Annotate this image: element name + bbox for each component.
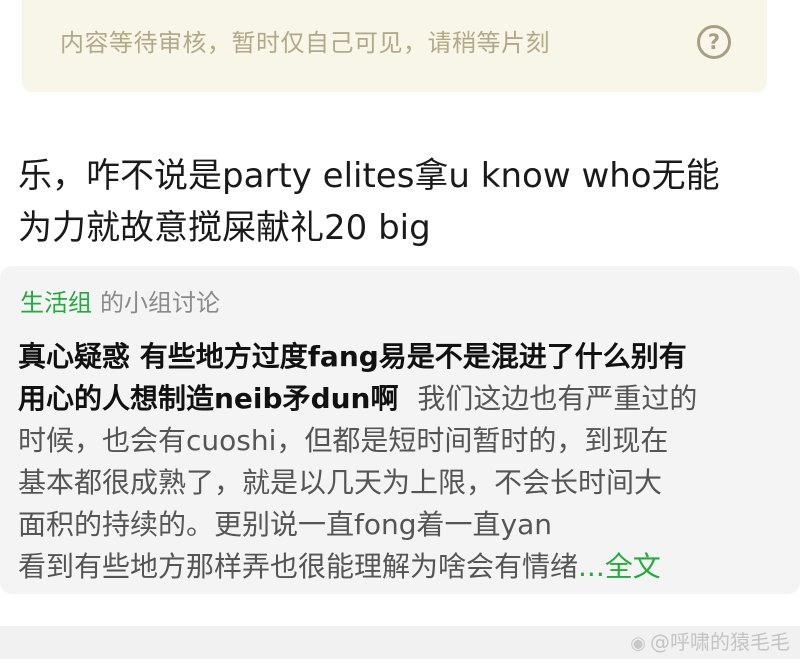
group-post-body-line: 面积的持续的。更别说一直fong着一直yan: [18, 508, 552, 541]
group-post-body-line: 时候，也会有cuoshi，但都是短时间暂时的，到现在: [18, 424, 669, 457]
weibo-icon: ◉: [630, 633, 646, 654]
group-post-title-cont: 用心的人想制造neib矛dun啊: [18, 382, 399, 415]
post-page: 内容等待审核，暂时仅自己可见，请稍等片刻 ? 乐，咋不说是party elite…: [0, 0, 800, 659]
group-header-suffix: 的小组讨论: [100, 289, 220, 317]
group-post-body-line: 看到有些地方那样弄也很能理解为啥会有情绪: [18, 550, 579, 583]
group-post-title: 真心疑惑 有些地方过度fang易是不是混进了什么别有: [18, 340, 687, 373]
post-content-line: 乐，咋不说是party elites拿u know who无能: [18, 156, 720, 196]
group-name-link[interactable]: 生活组: [20, 289, 92, 317]
watermark-text: @呼啸的猿毛毛: [650, 630, 790, 654]
post-content: 乐，咋不说是party elites拿u know who无能 为力就故意搅屎献…: [18, 150, 788, 254]
watermark: ◉ @呼啸的猿毛毛: [630, 628, 790, 658]
review-notice-banner: 内容等待审核，暂时仅自己可见，请稍等片刻 ?: [22, 0, 767, 92]
group-header: 生活组 的小组讨论: [20, 286, 220, 320]
group-discussion-card[interactable]: 生活组 的小组讨论 真心疑惑 有些地方过度fang易是不是混进了什么别有 用心的人…: [0, 266, 800, 594]
read-full-link[interactable]: ...全文: [578, 550, 661, 583]
group-post-body-line: 基本都很成熟了，就是以几天为上限，不会长时间大: [18, 466, 663, 499]
review-notice-text: 内容等待审核，暂时仅自己可见，请稍等片刻: [60, 29, 550, 57]
help-icon[interactable]: ?: [697, 25, 731, 59]
post-content-line: 为力就故意搅屎献礼20 big: [18, 208, 431, 248]
group-post-excerpt: 真心疑惑 有些地方过度fang易是不是混进了什么别有 用心的人想制造neib矛d…: [18, 336, 788, 588]
group-post-body: 我们这边也有严重过的: [417, 382, 698, 415]
